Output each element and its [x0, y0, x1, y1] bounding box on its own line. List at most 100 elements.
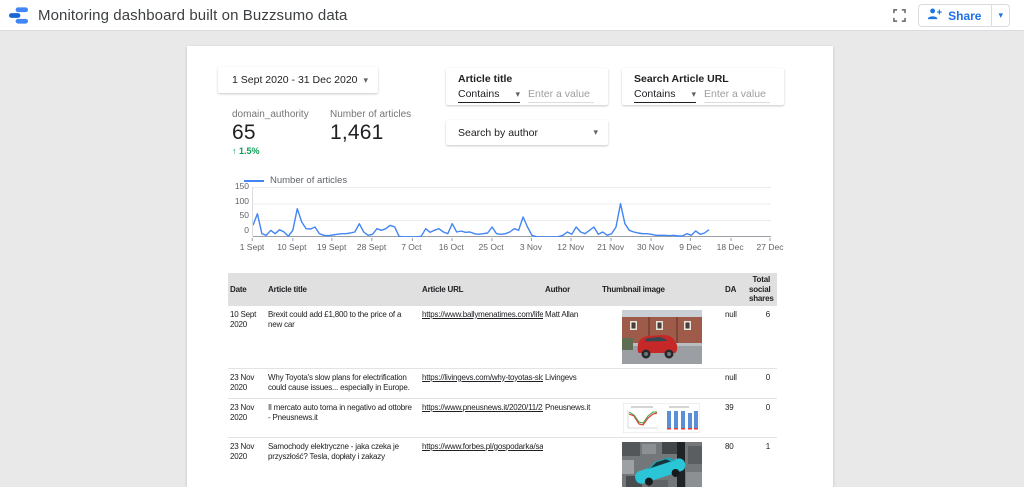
row-da: null — [723, 369, 747, 387]
article-title-filter-input[interactable] — [528, 88, 594, 103]
row-url: https://livingevs.com/why-toyotas-slow- — [420, 369, 543, 387]
x-axis-tick-label: 28 Sept — [357, 242, 386, 252]
share-button[interactable]: Share — [919, 5, 991, 26]
table-body: 10 Sept 2020 Brexit could add £1,800 to … — [228, 306, 777, 487]
article-title-operator-select[interactable]: Contains ▾ — [458, 88, 520, 103]
row-title: Il mercato auto torna in negativo ad ott… — [266, 399, 420, 428]
share-dropdown-button[interactable]: ▾ — [991, 5, 1009, 26]
article-url-link[interactable]: https://www.pneusnews.it/2020/11/23/il- — [422, 403, 543, 412]
row-shares: 6 — [747, 306, 777, 324]
chart-x-axis: 1 Sept10 Sept19 Sept28 Sept7 Oct16 Oct25… — [252, 240, 770, 252]
x-axis-tick-label: 16 Oct — [439, 242, 464, 252]
scorecard-delta: ↑ 1.5% — [232, 146, 309, 156]
column-header-title[interactable]: Article title — [266, 283, 420, 297]
row-thumbnail — [600, 399, 723, 437]
scorecard-label: Number of articles — [330, 109, 411, 120]
fullscreen-icon[interactable] — [893, 9, 906, 22]
row-author: Livingevs — [543, 369, 600, 387]
article-thumbnail-image — [623, 403, 700, 433]
column-header-url[interactable]: Article URL — [420, 283, 543, 297]
arrow-up-icon: ↑ — [232, 146, 237, 156]
y-axis-tick-label: 50 — [240, 211, 249, 220]
date-range-picker[interactable]: 1 Sept 2020 - 31 Dec 2020 ▾ — [218, 67, 378, 93]
row-author: Pneusnews.it — [543, 399, 600, 417]
row-url: https://www.ballymenatimes.com/lifestyl — [420, 306, 543, 324]
x-axis-tick-label: 1 Sept — [240, 242, 265, 252]
x-axis-tick-label: 7 Oct — [401, 242, 421, 252]
chevron-down-icon: ▾ — [998, 10, 1003, 21]
table-row: 23 Nov 2020 Samochody elektryczne - jaka… — [228, 437, 777, 487]
row-da: null — [723, 306, 747, 324]
row-url: https://www.forbes.pl/gospodarka/samoc — [420, 438, 543, 456]
y-axis-tick-label: 100 — [235, 197, 249, 206]
scorecard-delta-value: 1.5% — [239, 146, 260, 156]
search-by-author-label: Search by author — [458, 127, 593, 139]
row-da: 80 — [723, 438, 747, 456]
scorecard-number-of-articles: Number of articles 1,461 — [330, 109, 411, 145]
page-title: Monitoring dashboard built on Buzzsumo d… — [38, 7, 348, 24]
row-date: 23 Nov 2020 — [228, 438, 266, 467]
person-add-icon — [927, 7, 942, 25]
scorecard-label: domain_authority — [232, 109, 309, 120]
article-thumbnail-image — [622, 442, 702, 487]
dashboard-canvas: 1 Sept 2020 - 31 Dec 2020 ▾ Article titl… — [187, 46, 833, 487]
x-axis-tick-label: 25 Oct — [479, 242, 504, 252]
row-url: https://www.pneusnews.it/2020/11/23/il- — [420, 399, 543, 417]
search-by-author-dropdown[interactable]: Search by author ▾ — [446, 120, 608, 145]
article-url-filter-label: Search Article URL — [634, 73, 774, 85]
article-url-filter-input[interactable] — [704, 88, 770, 103]
row-author: Matt Allan — [543, 306, 600, 324]
article-url-filter: Search Article URL Contains ▾ — [622, 68, 784, 105]
legend-label: Number of articles — [270, 175, 347, 186]
row-thumbnail — [600, 306, 723, 368]
scorecard-domain-authority: domain_authority 65 ↑ 1.5% — [232, 109, 309, 156]
row-author — [543, 438, 600, 446]
chevron-down-icon: ▾ — [515, 89, 520, 100]
x-axis-tick-label: 3 Nov — [520, 242, 542, 252]
scorecard-value: 65 — [232, 121, 309, 145]
articles-table: Date Article title Article URL Author Th… — [228, 273, 777, 487]
column-header-shares[interactable]: Total social shares — [747, 273, 777, 306]
time-series-chart[interactable] — [252, 187, 770, 237]
column-header-author[interactable]: Author — [543, 283, 600, 297]
x-axis-tick-label: 19 Sept — [317, 242, 346, 252]
share-button-label: Share — [948, 9, 981, 23]
x-axis-tick-label: 30 Nov — [637, 242, 664, 252]
x-axis-tick-label: 12 Nov — [557, 242, 584, 252]
x-axis-tick-label: 27 Dec — [757, 242, 784, 252]
article-title-filter: Article title Contains ▾ — [446, 68, 608, 105]
article-url-link[interactable]: https://livingevs.com/why-toyotas-slow- — [422, 373, 543, 382]
article-url-operator-select[interactable]: Contains ▾ — [634, 88, 696, 103]
table-row: 23 Nov 2020 Il mercato auto torna in neg… — [228, 398, 777, 437]
row-thumbnail — [600, 369, 723, 377]
chart-legend: Number of articles — [244, 175, 347, 186]
row-title: Samochody elektryczne - jaka czeka je pr… — [266, 438, 420, 467]
column-header-da[interactable]: DA — [723, 283, 747, 297]
operator-value: Contains — [634, 88, 675, 100]
topbar-actions: Share ▾ — [893, 0, 1010, 31]
row-date: 23 Nov 2020 — [228, 369, 266, 398]
table-row: 23 Nov 2020 Why Toyota's slow plans for … — [228, 368, 777, 398]
row-date: 23 Nov 2020 — [228, 399, 266, 428]
row-title: Brexit could add £1,800 to the price of … — [266, 306, 420, 335]
column-header-date[interactable]: Date — [228, 283, 266, 297]
article-url-link[interactable]: https://www.forbes.pl/gospodarka/samoc — [422, 442, 543, 451]
chevron-down-icon: ▾ — [363, 75, 368, 86]
row-title: Why Toyota's slow plans for electrificat… — [266, 369, 420, 398]
scorecard-value: 1,461 — [330, 121, 411, 145]
row-da: 39 — [723, 399, 747, 417]
article-url-link[interactable]: https://www.ballymenatimes.com/lifestyl — [422, 310, 543, 319]
chevron-down-icon: ▾ — [593, 127, 598, 138]
chart-svg — [253, 187, 771, 237]
datastudio-logo-icon — [9, 6, 28, 25]
table-row: 10 Sept 2020 Brexit could add £1,800 to … — [228, 306, 777, 368]
column-header-thumbnail[interactable]: Thumbnail image — [600, 283, 723, 297]
y-axis-tick-label: 150 — [235, 182, 249, 191]
date-range-value: 1 Sept 2020 - 31 Dec 2020 — [232, 74, 363, 86]
top-bar: Monitoring dashboard built on Buzzsumo d… — [0, 0, 1024, 31]
article-title-filter-label: Article title — [458, 73, 598, 85]
row-thumbnail — [600, 438, 723, 487]
chart-y-axis: 150100500 — [217, 182, 249, 234]
table-header-row: Date Article title Article URL Author Th… — [228, 273, 777, 306]
share-button-group: Share ▾ — [918, 4, 1010, 27]
